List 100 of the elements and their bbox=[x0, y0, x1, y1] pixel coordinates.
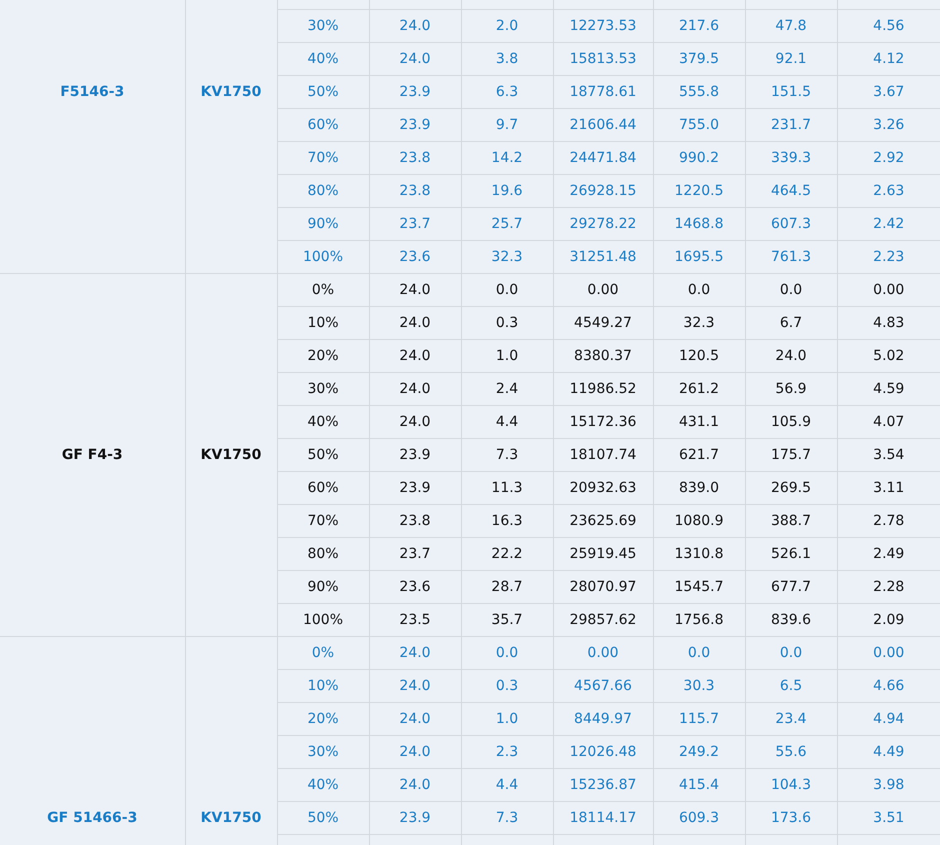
table-cell: 21606.44 bbox=[553, 108, 653, 142]
table-cell: 100% bbox=[277, 240, 369, 274]
table-cell: 56.9 bbox=[745, 372, 837, 406]
table-cell: 2.4 bbox=[461, 372, 553, 406]
table-cell: 23.6 bbox=[369, 240, 461, 274]
table-cell: 115.7 bbox=[653, 702, 745, 736]
table-cell: 19.6 bbox=[461, 174, 553, 208]
table-cell: 0.0 bbox=[461, 274, 553, 306]
table-cell: 24.0 bbox=[369, 670, 461, 702]
model-name: GF 51466-3 bbox=[47, 810, 138, 826]
table-cell: 4.4 bbox=[461, 768, 553, 802]
table-cell: 30% bbox=[277, 736, 369, 768]
table-cell: 1310.8 bbox=[653, 538, 745, 570]
table-cell: 0.0 bbox=[653, 636, 745, 670]
table-cell: 90% bbox=[277, 208, 369, 240]
table-cell: 50% bbox=[277, 438, 369, 472]
table-cell: 0% bbox=[277, 636, 369, 670]
table-cell: 32.3 bbox=[653, 306, 745, 340]
table-cell: 24.0 bbox=[369, 636, 461, 670]
table-cell: 80% bbox=[277, 174, 369, 208]
table-cell: 1080.9 bbox=[653, 504, 745, 538]
table-cell: 23.7 bbox=[369, 538, 461, 570]
table-cell: 50% bbox=[277, 76, 369, 108]
table-cell: 11.3 bbox=[461, 472, 553, 504]
table-cell: 60% bbox=[277, 472, 369, 504]
table-cell: 40% bbox=[277, 42, 369, 76]
table-cell: 23.4 bbox=[745, 702, 837, 736]
table-cell: 839.6 bbox=[745, 604, 837, 636]
table-cell: 24.0 bbox=[369, 42, 461, 76]
table-cell: 0% bbox=[277, 274, 369, 306]
table-cell: 0.0 bbox=[745, 274, 837, 306]
table-cell: 24.0 bbox=[369, 274, 461, 306]
table-cell: 269.5 bbox=[745, 472, 837, 504]
table-cell: 30% bbox=[277, 372, 369, 406]
table-cell: 92.1 bbox=[745, 42, 837, 76]
table-cell: 40% bbox=[277, 768, 369, 802]
table-cell: 0.3 bbox=[461, 306, 553, 340]
table-cell: 415.4 bbox=[653, 768, 745, 802]
model-name: F5146-3 bbox=[60, 84, 124, 100]
table-cell: 23.9 bbox=[369, 108, 461, 142]
table-cell: 0.0 bbox=[461, 636, 553, 670]
table-cell: 31251.48 bbox=[553, 240, 653, 274]
table-cell: 20% bbox=[277, 340, 369, 372]
table-cell: 70% bbox=[277, 504, 369, 538]
table-cell: 677.7 bbox=[745, 570, 837, 604]
table-cell: 100% bbox=[277, 604, 369, 636]
table-cell: 261.2 bbox=[653, 372, 745, 406]
table-cell: 0.0 bbox=[745, 636, 837, 670]
table-cell: 23.7 bbox=[369, 208, 461, 240]
table-cell: 6.7 bbox=[745, 306, 837, 340]
table-cell: 80% bbox=[277, 538, 369, 570]
table-cell: 15813.53 bbox=[553, 42, 653, 76]
table-cell: 23.8 bbox=[369, 174, 461, 208]
table-cell: 30% bbox=[277, 10, 369, 42]
table-cell: 1.0 bbox=[461, 702, 553, 736]
table-cell: 18778.61 bbox=[553, 76, 653, 108]
table-cell: 24.0 bbox=[369, 306, 461, 340]
table-cell: 28070.97 bbox=[553, 570, 653, 604]
table-cell: 35.7 bbox=[461, 604, 553, 636]
table-cell: 18107.74 bbox=[553, 438, 653, 472]
table-cell: 755.0 bbox=[653, 108, 745, 142]
table-cell: 0.3 bbox=[461, 670, 553, 702]
table-cell: 47.8 bbox=[745, 10, 837, 42]
table-cell: 2.3 bbox=[461, 736, 553, 768]
table-cell: 24.0 bbox=[369, 768, 461, 802]
table-cell: 23.9 bbox=[369, 76, 461, 108]
table-cell: 16.3 bbox=[461, 504, 553, 538]
table-cell: 379.5 bbox=[653, 42, 745, 76]
table-cell: 526.1 bbox=[745, 538, 837, 570]
table-cell: 12273.53 bbox=[553, 10, 653, 42]
table-cell: 32.3 bbox=[461, 240, 553, 274]
table-cell: 1756.8 bbox=[653, 604, 745, 636]
table-cell: 22.2 bbox=[461, 538, 553, 570]
table-cell: 23.8 bbox=[369, 142, 461, 174]
table-cell: 23.9 bbox=[369, 438, 461, 472]
table-cell: 90% bbox=[277, 570, 369, 604]
table-cell: 24.0 bbox=[369, 406, 461, 438]
table-cell: 30.3 bbox=[653, 670, 745, 702]
table-cell: 20932.63 bbox=[553, 472, 653, 504]
table-cell: 29278.22 bbox=[553, 208, 653, 240]
table-cell: 40% bbox=[277, 406, 369, 438]
table-cell: 464.5 bbox=[745, 174, 837, 208]
model-name: GF F4-3 bbox=[62, 447, 123, 463]
variant-name: KV1750 bbox=[200, 447, 262, 463]
table-cell: 29857.62 bbox=[553, 604, 653, 636]
table-cell: 8449.97 bbox=[553, 702, 653, 736]
table-cell: 24.0 bbox=[369, 702, 461, 736]
table-cell: 25.7 bbox=[461, 208, 553, 240]
table-cell: 2.0 bbox=[461, 10, 553, 42]
table-cell: 761.3 bbox=[745, 240, 837, 274]
table-cell: 151.5 bbox=[745, 76, 837, 108]
table-cell: 249.2 bbox=[653, 736, 745, 768]
table-cell: 24.0 bbox=[369, 372, 461, 406]
table-cell: 8380.37 bbox=[553, 340, 653, 372]
table-cell: 70% bbox=[277, 142, 369, 174]
table-cell: 1.0 bbox=[461, 340, 553, 372]
table-cell: 25919.45 bbox=[553, 538, 653, 570]
variant-name: KV1750 bbox=[200, 810, 262, 826]
table-cell: 23.8 bbox=[369, 504, 461, 538]
table-cell: 4549.27 bbox=[553, 306, 653, 340]
